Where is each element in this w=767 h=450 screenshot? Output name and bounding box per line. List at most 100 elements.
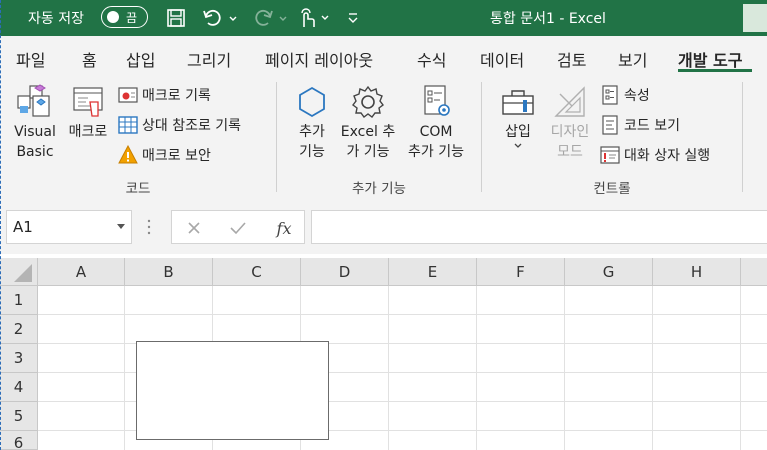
ribbon-tabs: 파일 홈 삽입 그리기 페이지 레이아웃 수식 데이터 검토 보기 개발 도구 xyxy=(0,36,767,76)
touch-mode-icon[interactable] xyxy=(294,6,334,30)
tab-page-layout[interactable]: 페이지 레이아웃 xyxy=(265,47,373,71)
autosave-toggle[interactable]: 끔 xyxy=(101,6,148,28)
title-bar: 자동 저장 끔 통합 문서1 - Excel xyxy=(0,0,767,36)
column-header-f[interactable]: F xyxy=(477,258,565,286)
account-avatar[interactable] xyxy=(743,4,767,32)
window-edge-dashed xyxy=(0,0,1,450)
properties-button[interactable]: 속성 xyxy=(600,84,650,106)
gridline xyxy=(740,286,741,450)
insert-control-button[interactable]: 삽입 xyxy=(496,82,540,150)
view-code-icon xyxy=(602,115,618,135)
undo-icon[interactable] xyxy=(200,6,240,30)
visual-basic-label-2: Basic xyxy=(16,144,54,160)
tab-home[interactable]: 홈 xyxy=(82,47,97,71)
record-macro-button[interactable]: 매크로 기록 xyxy=(118,84,211,106)
save-icon[interactable] xyxy=(164,6,188,30)
row-header-4[interactable]: 4 xyxy=(0,373,38,402)
row-header-1[interactable]: 1 xyxy=(0,286,38,315)
gridline xyxy=(124,286,125,450)
ribbon: Visual Basic 매크로 매크로 기록 상대 참조로 기록 매크로 보안… xyxy=(0,76,767,200)
properties-icon xyxy=(602,85,618,105)
tab-insert[interactable]: 삽입 xyxy=(126,47,155,71)
name-box-value: A1 xyxy=(13,218,33,236)
check-icon xyxy=(230,222,246,235)
group-separator xyxy=(276,82,277,192)
macros-label: 매크로 xyxy=(68,124,108,140)
run-dialog-icon xyxy=(600,146,620,164)
addins-icon xyxy=(299,86,325,118)
tab-view[interactable]: 보기 xyxy=(618,47,647,71)
customize-quick-access-icon[interactable] xyxy=(342,6,364,30)
properties-label: 속성 xyxy=(624,88,650,104)
column-header-g[interactable]: G xyxy=(565,258,653,286)
document-title: 통합 문서1 - Excel xyxy=(490,11,606,27)
macro-security-button[interactable]: 매크로 보안 xyxy=(118,144,211,166)
macros-button[interactable]: 매크로 xyxy=(64,82,112,142)
drawn-rectangle-shape[interactable] xyxy=(136,341,329,440)
gridline xyxy=(564,286,565,450)
name-box[interactable]: A1 xyxy=(6,210,132,244)
redo-icon[interactable] xyxy=(250,6,290,30)
toggle-knob xyxy=(107,11,119,23)
warning-icon xyxy=(118,145,138,164)
formula-buttons: fx xyxy=(171,210,305,244)
column-header-b[interactable]: B xyxy=(125,258,213,286)
addins-label-1: 추가 xyxy=(299,124,325,140)
addins-label-2: 기능 xyxy=(299,144,325,160)
tab-developer[interactable]: 개발 도구 xyxy=(678,47,742,71)
tab-draw[interactable]: 그리기 xyxy=(187,47,231,71)
chevron-down-icon xyxy=(514,143,522,148)
insert-function-button[interactable]: fx xyxy=(266,211,302,245)
record-macro-label: 매크로 기록 xyxy=(142,88,211,104)
more-options-icon[interactable] xyxy=(146,218,152,236)
autosave-label: 자동 저장 xyxy=(28,11,84,27)
worksheet-grid: A B C D E F G H 1 2 3 4 5 6 xyxy=(0,254,767,450)
row-header-6[interactable]: 6 xyxy=(0,431,38,450)
relative-references-icon xyxy=(118,116,138,134)
tab-review[interactable]: 검토 xyxy=(557,47,586,71)
cancel-button[interactable] xyxy=(176,211,212,245)
close-icon xyxy=(188,222,200,234)
com-addins-label-2: 추가 기능 xyxy=(408,144,464,160)
column-header-partial[interactable] xyxy=(741,258,767,286)
insert-control-label: 삽입 xyxy=(505,124,531,140)
design-mode-button[interactable]: 디자인 모드 xyxy=(546,82,594,162)
column-header-d[interactable]: D xyxy=(301,258,389,286)
column-header-a[interactable]: A xyxy=(38,258,125,286)
active-tab-indicator xyxy=(678,69,752,72)
relative-references-button[interactable]: 상대 참조로 기록 xyxy=(118,114,241,136)
macro-security-label: 매크로 보안 xyxy=(142,148,211,164)
column-header-e[interactable]: E xyxy=(389,258,477,286)
row-header-2[interactable]: 2 xyxy=(0,315,38,344)
design-mode-icon xyxy=(554,86,585,117)
addins-button[interactable]: 추가 기능 xyxy=(292,82,332,162)
gear-icon xyxy=(352,85,384,118)
design-mode-label-1: 디자인 xyxy=(550,124,590,140)
fx-icon: fx xyxy=(276,218,292,238)
com-addins-button[interactable]: COM 추가 기능 xyxy=(402,82,470,162)
row-header-5[interactable]: 5 xyxy=(0,402,38,431)
row-header-3[interactable]: 3 xyxy=(0,344,38,373)
tab-data[interactable]: 데이터 xyxy=(480,47,524,71)
column-header-c[interactable]: C xyxy=(213,258,301,286)
com-addins-icon xyxy=(424,85,450,116)
visual-basic-button[interactable]: Visual Basic xyxy=(12,82,58,162)
excel-addins-button[interactable]: Excel 추 가 기능 xyxy=(338,82,398,162)
view-code-button[interactable]: 코드 보기 xyxy=(600,114,680,136)
design-mode-label-2: 모드 xyxy=(557,144,583,160)
relative-references-label: 상대 참조로 기록 xyxy=(142,118,242,134)
autosave-state: 끔 xyxy=(126,10,138,25)
tab-formulas[interactable]: 수식 xyxy=(417,47,446,71)
select-all-button[interactable] xyxy=(0,258,38,286)
excel-addins-label-2: 가 기능 xyxy=(346,144,390,160)
visual-basic-icon xyxy=(17,84,50,117)
run-dialog-button[interactable]: 대화 상자 실행 xyxy=(600,144,710,166)
column-header-h[interactable]: H xyxy=(653,258,741,286)
chevron-down-icon[interactable] xyxy=(117,224,125,229)
tab-file[interactable]: 파일 xyxy=(16,47,45,71)
enter-button[interactable] xyxy=(220,211,256,245)
gridline xyxy=(652,286,653,450)
record-macro-icon xyxy=(118,87,138,103)
gridline xyxy=(388,286,389,450)
formula-input[interactable] xyxy=(311,210,767,244)
